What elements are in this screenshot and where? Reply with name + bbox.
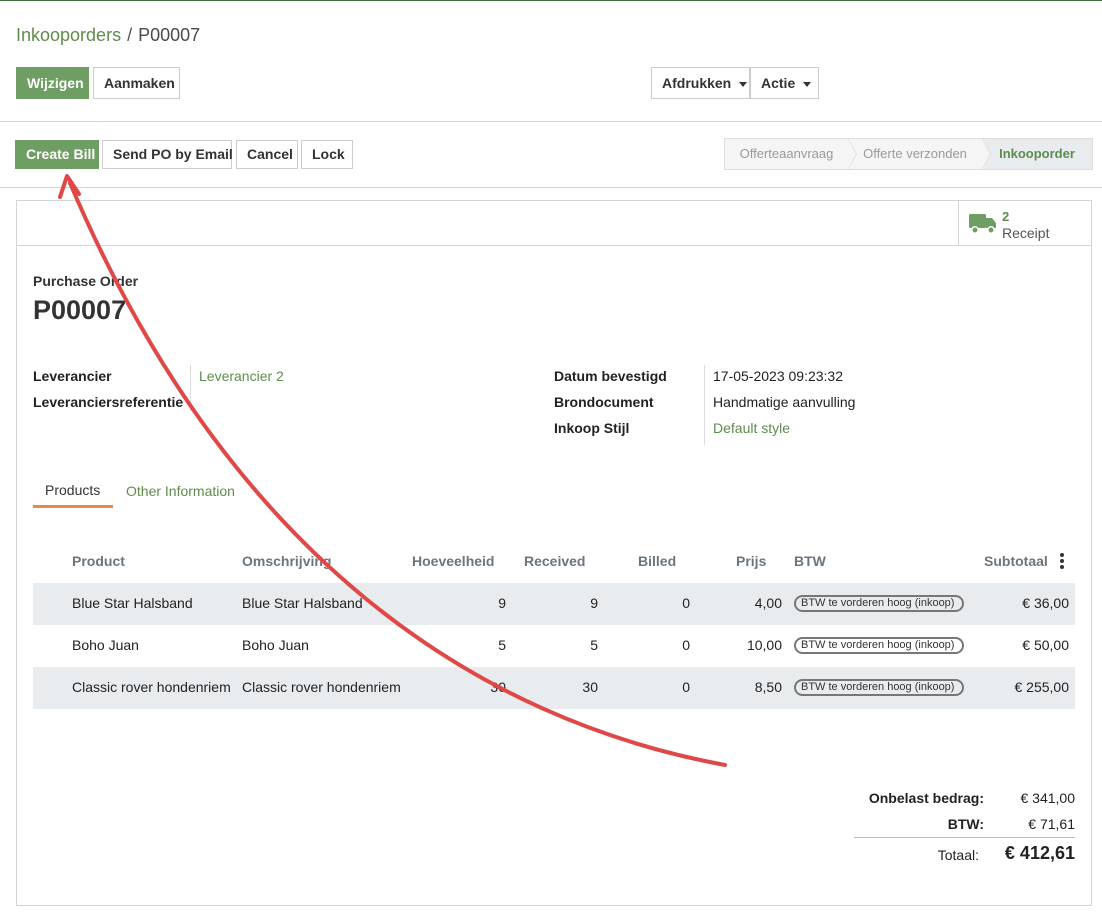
purchase-style-link[interactable]: Default style	[713, 420, 790, 436]
document-type: Purchase Order	[33, 273, 139, 289]
status-step-rfq-sent[interactable]: Offerte verzonden	[848, 138, 991, 170]
breadcrumb: Inkooporders / P00007	[16, 24, 200, 46]
row-price: 10,00	[746, 637, 782, 653]
breadcrumb-current: P00007	[138, 25, 201, 45]
column-header-description[interactable]: Omschrijving	[242, 553, 331, 569]
column-header-quantity[interactable]: Hoeveelheid	[412, 553, 494, 569]
row-billed: 0	[682, 637, 690, 653]
top-border	[0, 0, 1102, 1]
row-tax-tag: BTW te vorderen hoog (inkoop)	[794, 595, 964, 612]
row-subtotal: € 50,00	[1022, 637, 1069, 653]
form-sheet: 2 Receipt Purchase Order P00007 Leveranc…	[16, 200, 1092, 906]
status-step-label: Offerteaanvraag	[739, 146, 834, 161]
lock-button[interactable]: Lock	[301, 140, 353, 169]
status-step-purchase-order[interactable]: Inkooporder	[982, 139, 1092, 169]
action-dropdown-label: Actie	[761, 75, 796, 91]
vendor-reference-field[interactable]	[199, 391, 499, 413]
row-price: 4,00	[754, 595, 782, 611]
breadcrumb-separator: /	[127, 25, 133, 45]
row-product: Boho Juan	[72, 637, 139, 653]
row-tax-tag: BTW te vorderen hoog (inkoop)	[794, 637, 964, 654]
row-product: Classic rover hondenriem	[72, 679, 231, 695]
status-step-rfq[interactable]: Offerteaanvraag	[725, 138, 857, 170]
column-header-received[interactable]: Received	[524, 553, 585, 569]
optional-columns-icon[interactable]	[1060, 553, 1064, 569]
purchase-style-label: Inkoop Stijl	[554, 420, 630, 436]
vendor-reference-label: Leveranciersreferentie	[33, 394, 184, 410]
tax-amount-value: € 71,61	[1028, 816, 1075, 832]
row-subtotal: € 36,00	[1022, 595, 1069, 611]
breadcrumb-parent-link[interactable]: Inkooporders	[16, 25, 121, 45]
row-billed: 0	[682, 679, 690, 695]
row-quantity: 9	[498, 595, 506, 611]
header-divider	[0, 187, 1102, 188]
cancel-button[interactable]: Cancel	[236, 140, 298, 169]
date-approve-value: 17-05-2023 09:23:32	[713, 368, 843, 384]
edit-button[interactable]: Wijzigen	[16, 67, 89, 99]
receipt-smart-button[interactable]: 2 Receipt	[958, 201, 1091, 245]
action-dropdown[interactable]: Actie	[750, 67, 819, 99]
tab-other-information[interactable]: Other Information	[126, 483, 235, 499]
receipt-label: Receipt	[1002, 225, 1050, 241]
column-header-billed[interactable]: Billed	[638, 553, 676, 569]
untaxed-amount-label: Onbelast bedrag:	[868, 790, 984, 806]
row-description: Boho Juan	[242, 637, 309, 653]
row-tax-tag: BTW te vorderen hoog (inkoop)	[794, 679, 964, 696]
date-approve-label: Datum bevestigd	[554, 368, 667, 384]
column-header-tax[interactable]: BTW	[794, 553, 826, 569]
row-quantity: 5	[498, 637, 506, 653]
row-received: 5	[590, 637, 598, 653]
status-arrow-inner	[982, 139, 990, 169]
status-step-label: Inkooporder	[999, 146, 1075, 161]
column-header-product[interactable]: Product	[72, 553, 125, 569]
status-step-label: Offerte verzonden	[863, 146, 967, 161]
button-box-divider	[17, 245, 1091, 246]
chevron-down-icon	[803, 81, 812, 87]
control-panel-divider	[0, 121, 1102, 122]
row-description: Blue Star Halsband	[242, 595, 363, 611]
field-separator	[190, 365, 191, 411]
print-dropdown-label: Afdrukken	[662, 75, 732, 91]
tax-amount-label: BTW:	[947, 816, 984, 832]
receipt-count: 2	[1002, 209, 1010, 224]
active-tab-indicator	[33, 505, 113, 508]
row-received: 30	[582, 679, 598, 695]
row-price: 8,50	[754, 679, 782, 695]
row-subtotal: € 255,00	[1014, 679, 1070, 695]
chevron-down-icon	[739, 81, 748, 87]
row-billed: 0	[682, 595, 690, 611]
column-header-price[interactable]: Prijs	[736, 553, 766, 569]
document-name: P00007	[33, 295, 127, 325]
row-received: 9	[590, 595, 598, 611]
row-description: Classic rover hondenriem	[242, 679, 401, 695]
create-bill-button[interactable]: Create Bill	[15, 140, 99, 169]
status-arrow-inner	[848, 139, 856, 169]
send-po-email-button[interactable]: Send PO by Email	[102, 140, 233, 169]
field-separator	[704, 365, 705, 445]
totals-divider	[854, 837, 1075, 838]
column-header-subtotal[interactable]: Subtotaal	[984, 553, 1048, 569]
row-product: Blue Star Halsband	[72, 595, 193, 611]
untaxed-amount-value: € 341,00	[1020, 790, 1076, 806]
vendor-link[interactable]: Leverancier 2	[199, 368, 284, 384]
row-quantity: 30	[490, 679, 506, 695]
source-document-value: Handmatige aanvulling	[713, 394, 856, 410]
truck-icon	[969, 214, 996, 234]
status-bar: Offerteaanvraag Offerte verzonden Inkoop…	[724, 138, 1093, 170]
tab-products[interactable]: Products	[45, 482, 100, 498]
table-row[interactable]: Boho Juan Boho Juan 5 5 0 10,00 BTW te v…	[33, 625, 1075, 667]
total-amount-value: € 412,61	[1004, 843, 1075, 863]
vendor-label: Leverancier	[33, 368, 112, 384]
table-row[interactable]: Classic rover hondenriem Classic rover h…	[33, 667, 1075, 709]
source-document-label: Brondocument	[554, 394, 654, 410]
table-row[interactable]: Blue Star Halsband Blue Star Halsband 9 …	[33, 583, 1075, 625]
print-dropdown[interactable]: Afdrukken	[651, 67, 750, 99]
create-button[interactable]: Aanmaken	[93, 67, 180, 99]
